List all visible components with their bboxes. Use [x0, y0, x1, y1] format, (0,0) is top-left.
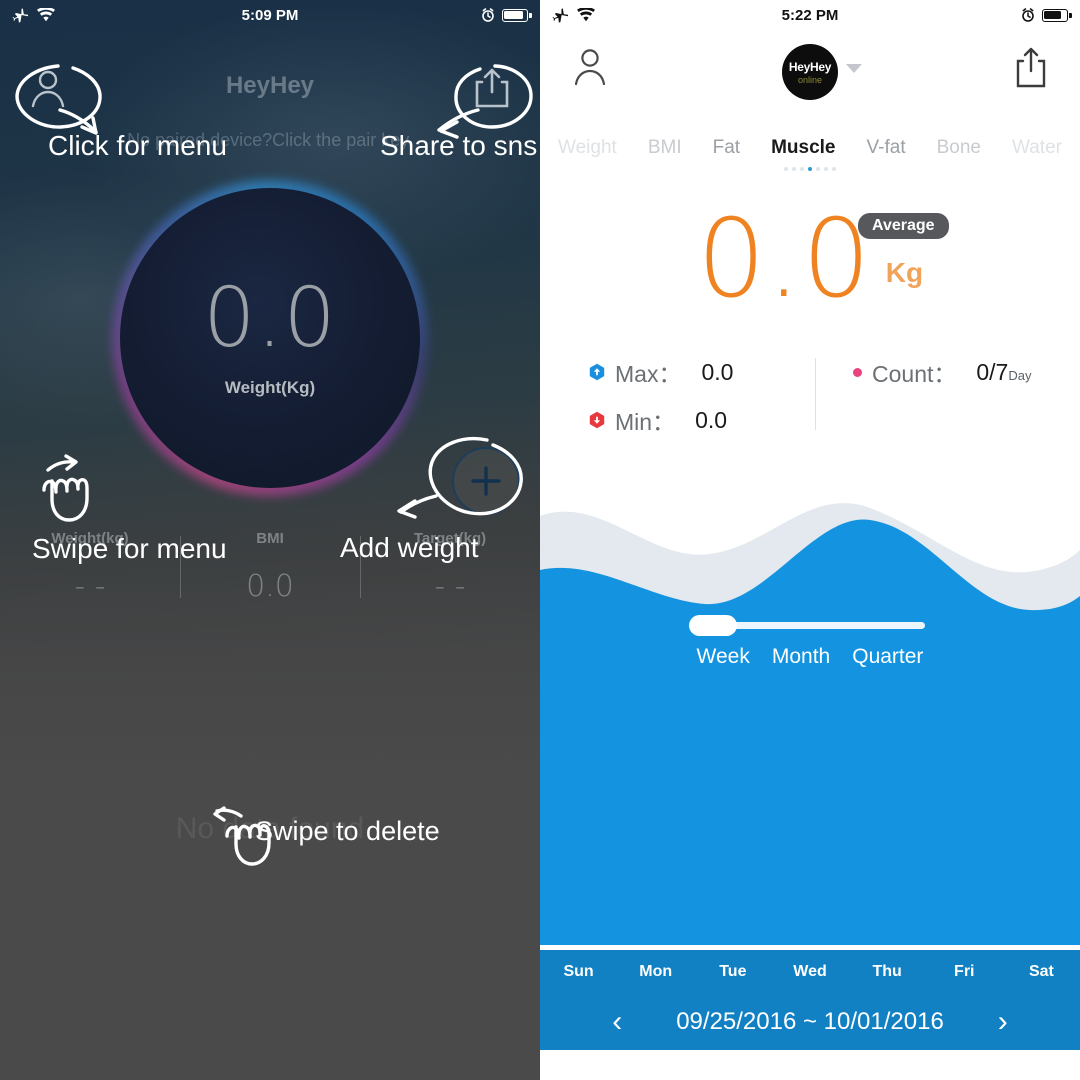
add-weight-button[interactable]: [452, 447, 520, 515]
stat-min: Min： 0.0: [588, 396, 815, 444]
reading-value: 0.0: [696, 197, 872, 322]
tab-fat[interactable]: Fat: [713, 137, 740, 159]
battery-icon: [502, 8, 532, 22]
range-slider[interactable]: Week Month Quarter: [540, 615, 1080, 669]
dual-screenshot-comparison: 5:09 PM HeyHey No paired device?Click th…: [0, 0, 1080, 1080]
hexagon-down-icon: [588, 411, 606, 429]
date-range-label: 09/25/2016 ~ 10/01/2016: [676, 1008, 944, 1035]
reading-unit: Kg: [885, 257, 924, 289]
status-bar-right: 5:22 PM: [540, 0, 1080, 30]
hexagon-up-icon: [588, 363, 606, 381]
slider-labels: Week Month Quarter: [540, 645, 1080, 669]
weight-unit-label: Weight(Kg): [224, 378, 316, 397]
annotation-swipe-label: Swipe for menu: [32, 533, 227, 564]
weight-dial[interactable]: 0.0 Weight(Kg): [112, 180, 428, 496]
status-time: 5:09 PM: [241, 6, 299, 24]
chevron-right-icon[interactable]: ›: [998, 1007, 1008, 1037]
status-time: 5:22 PM: [781, 6, 839, 24]
page-dot: [824, 167, 828, 171]
dot-icon: [853, 367, 862, 377]
weekday-tue: Tue: [719, 963, 747, 980]
stats-col-maxmin: Max： 0.0 Min： 0.0: [540, 348, 815, 448]
chevron-down-icon[interactable]: [846, 64, 862, 73]
dial-face: 0.0 Weight(Kg): [120, 188, 420, 488]
stat-value: - -: [434, 569, 466, 604]
stat-value: 0.0: [701, 358, 734, 385]
share-icon[interactable]: [466, 62, 518, 116]
left-screen-home: 5:09 PM HeyHey No paired device?Click th…: [0, 0, 540, 1080]
app-header: HeyHey online: [540, 30, 1080, 130]
reading-row: 0.0 Kg Average: [540, 197, 1080, 322]
weekday-mon: Mon: [639, 963, 673, 980]
weekday-sat: Sat: [1028, 963, 1054, 980]
tab-weight[interactable]: Weight: [558, 137, 617, 159]
stats-col-count: Count： 0/7Day: [815, 348, 1080, 448]
tab-muscle[interactable]: Muscle: [771, 137, 835, 159]
weekday-header: Sun Mon Tue Wed Thu Fri Sat: [540, 950, 1080, 994]
stat-value: 0.0: [246, 569, 294, 604]
weekday-thu: Thu: [872, 963, 902, 980]
stat-value-suffix: Day: [1008, 367, 1032, 383]
slider-option-quarter[interactable]: Quarter: [852, 645, 923, 669]
page-dot: [792, 167, 796, 171]
annotation-share-label: Share to sns: [380, 130, 538, 161]
metric-tabs: Weight BMI Fat Muscle V-fat Bone Water: [540, 130, 1080, 166]
plus-icon: [471, 466, 501, 496]
tab-bmi[interactable]: BMI: [648, 137, 682, 159]
tab-vfat[interactable]: V-fat: [867, 137, 906, 159]
avatar-status: online: [797, 74, 823, 85]
annotation-add-label: Add weight: [340, 532, 479, 563]
page-indicator: [540, 167, 1080, 171]
tab-bone[interactable]: Bone: [937, 137, 981, 159]
page-dot: [832, 167, 836, 171]
stat-label: Min：: [615, 409, 676, 435]
weekday-sun: Sun: [563, 963, 594, 980]
avatar-name: HeyHey: [788, 59, 832, 74]
slider-option-month[interactable]: Month: [772, 645, 830, 669]
right-screen-trend: 5:22 PM HeyHey online Weight BMI Fat Mus…: [540, 0, 1080, 1080]
chevron-left-icon[interactable]: ‹: [612, 1007, 622, 1037]
share-icon[interactable]: [1010, 44, 1052, 90]
status-bar-left: 5:09 PM: [0, 0, 540, 30]
page-dot-active: [808, 167, 812, 171]
stats-panel: Max： 0.0 Min： 0.0 Count： 0/7Day: [540, 348, 1080, 448]
stat-label: Max：: [615, 361, 682, 387]
weekday-wed: Wed: [793, 963, 827, 980]
stat-label: Count：: [872, 361, 957, 387]
weight-value: 0.0: [203, 271, 337, 366]
stat-value: - -: [74, 569, 106, 604]
date-navigator: ‹ 09/25/2016 ~ 10/01/2016 ›: [540, 994, 1080, 1050]
page-dot: [784, 167, 788, 171]
person-icon[interactable]: [568, 44, 612, 90]
tab-water[interactable]: Water: [1012, 137, 1062, 159]
battery-icon: [1042, 8, 1072, 22]
page-dot: [800, 167, 804, 171]
weekday-fri: Fri: [954, 963, 975, 980]
wave-graphic: [540, 458, 1080, 945]
stat-max: Max： 0.0: [588, 348, 815, 396]
slider-knob[interactable]: [689, 615, 737, 636]
stat-count: Count： 0/7Day: [853, 348, 1080, 396]
annotation-menu-label: Click for menu: [48, 130, 227, 161]
slider-track[interactable]: [689, 615, 925, 636]
average-badge: Average: [858, 213, 949, 239]
avatar[interactable]: HeyHey online: [782, 44, 838, 100]
app-title: HeyHey: [225, 72, 315, 99]
person-icon[interactable]: [22, 62, 74, 116]
bottom-spacer: [540, 1050, 1080, 1080]
page-dot: [816, 167, 820, 171]
stat-value: 0/7Day: [976, 358, 1032, 385]
slider-option-week[interactable]: Week: [697, 645, 750, 669]
stat-value: 0.0: [695, 406, 728, 433]
annotation-delete-label: Swipe to delete: [255, 816, 440, 846]
